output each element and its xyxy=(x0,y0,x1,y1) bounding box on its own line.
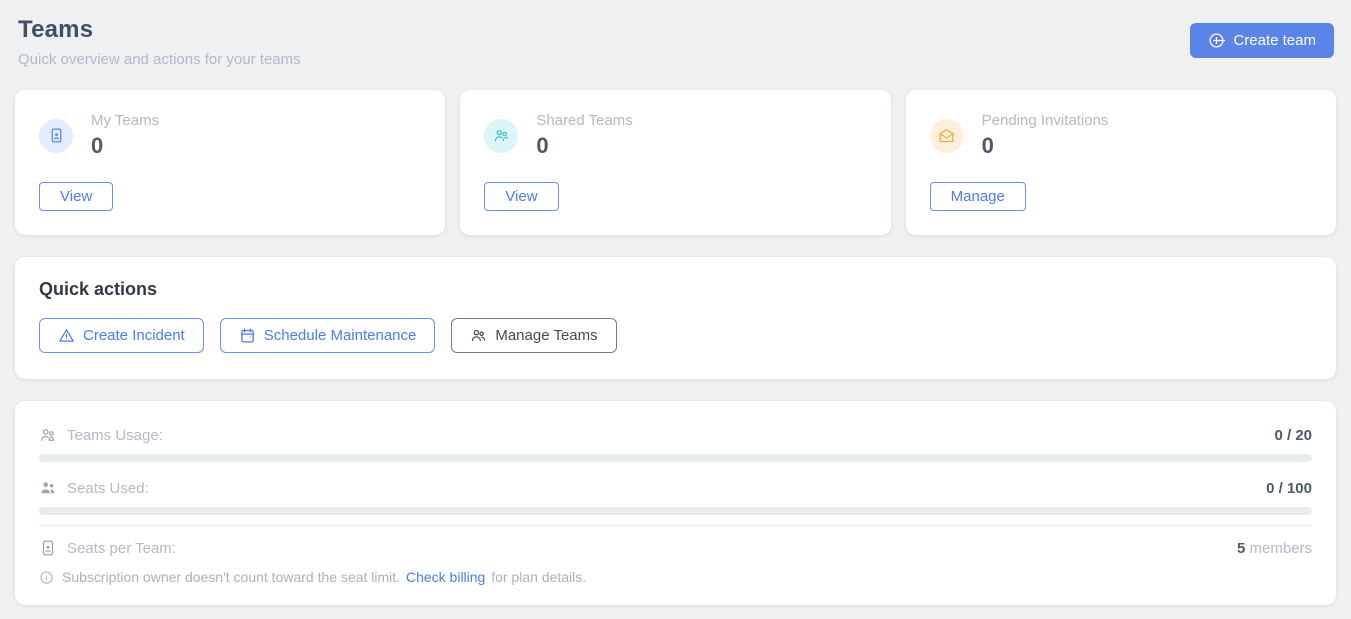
contact-badge-icon xyxy=(39,119,73,153)
pending-invitations-card: Pending Invitations 0 Manage xyxy=(906,90,1336,235)
page-header-text: Teams Quick overview and actions for you… xyxy=(18,16,301,68)
seats-per-team-row: Seats per Team: 5 members xyxy=(39,530,1312,565)
seats-per-team-value: 5 members xyxy=(1237,540,1312,557)
stat-label: Shared Teams xyxy=(536,112,632,129)
users-group-icon xyxy=(484,119,518,153)
stat-value: 0 xyxy=(982,133,1109,159)
users-icon xyxy=(470,327,487,344)
quick-actions-card: Quick actions Create Incident Schedule M… xyxy=(15,257,1336,379)
warning-triangle-icon xyxy=(58,327,75,344)
create-incident-button[interactable]: Create Incident xyxy=(39,318,204,353)
manage-invitations-button[interactable]: Manage xyxy=(930,182,1026,211)
contact-badge-icon xyxy=(39,539,57,557)
page-subtitle: Quick overview and actions for your team… xyxy=(18,51,301,68)
seats-used-value: 0 / 100 xyxy=(1266,480,1312,497)
info-circle-icon xyxy=(39,570,54,585)
manage-teams-button[interactable]: Manage Teams xyxy=(451,318,616,353)
my-teams-card: My Teams 0 View xyxy=(15,90,445,235)
seats-per-team-label: Seats per Team: xyxy=(67,540,176,557)
billing-note: Subscription owner doesn't count toward … xyxy=(39,569,1312,585)
seats-per-team-unit: members xyxy=(1245,540,1312,557)
shared-teams-card: Shared Teams 0 View xyxy=(460,90,890,235)
seats-used-label: Seats Used: xyxy=(67,480,149,497)
users-outline-icon xyxy=(39,426,57,444)
create-incident-label: Create Incident xyxy=(83,327,185,344)
teams-page: Teams Quick overview and actions for you… xyxy=(0,0,1351,619)
page-header: Teams Quick overview and actions for you… xyxy=(15,14,1336,68)
page-title: Teams xyxy=(18,16,301,44)
teams-usage-label: Teams Usage: xyxy=(67,427,163,444)
manage-teams-label: Manage Teams xyxy=(495,327,597,344)
stats-cards-row: My Teams 0 View Shared Teams 0 View xyxy=(15,90,1336,235)
stat-value: 0 xyxy=(91,133,159,159)
usage-card: Teams Usage: 0 / 20 Seats Used: 0 / 100 xyxy=(15,401,1336,605)
calendar-icon xyxy=(239,327,256,344)
billing-note-text: Subscription owner doesn't count toward … xyxy=(62,569,586,585)
mail-open-icon xyxy=(930,119,964,153)
quick-actions-title: Quick actions xyxy=(39,279,1312,300)
users-filled-icon xyxy=(39,479,57,497)
quick-actions-buttons: Create Incident Schedule Maintenance Man… xyxy=(39,318,1312,353)
schedule-maintenance-label: Schedule Maintenance xyxy=(264,327,417,344)
stat-label: Pending Invitations xyxy=(982,112,1109,129)
stat-label: My Teams xyxy=(91,112,159,129)
usage-divider xyxy=(39,525,1312,526)
teams-usage-value: 0 / 20 xyxy=(1274,427,1312,444)
create-team-button[interactable]: Create team xyxy=(1190,23,1334,58)
stat-value: 0 xyxy=(536,133,632,159)
plus-circle-icon xyxy=(1208,32,1225,49)
teams-usage-row: Teams Usage: 0 / 20 xyxy=(39,417,1312,452)
seats-used-row: Seats Used: 0 / 100 xyxy=(39,470,1312,505)
schedule-maintenance-button[interactable]: Schedule Maintenance xyxy=(220,318,436,353)
view-my-teams-button[interactable]: View xyxy=(39,182,113,211)
seats-used-progressbar xyxy=(39,507,1312,515)
create-team-label: Create team xyxy=(1233,32,1316,49)
check-billing-link[interactable]: Check billing xyxy=(406,569,485,585)
teams-usage-progressbar xyxy=(39,454,1312,462)
view-shared-teams-button[interactable]: View xyxy=(484,182,558,211)
